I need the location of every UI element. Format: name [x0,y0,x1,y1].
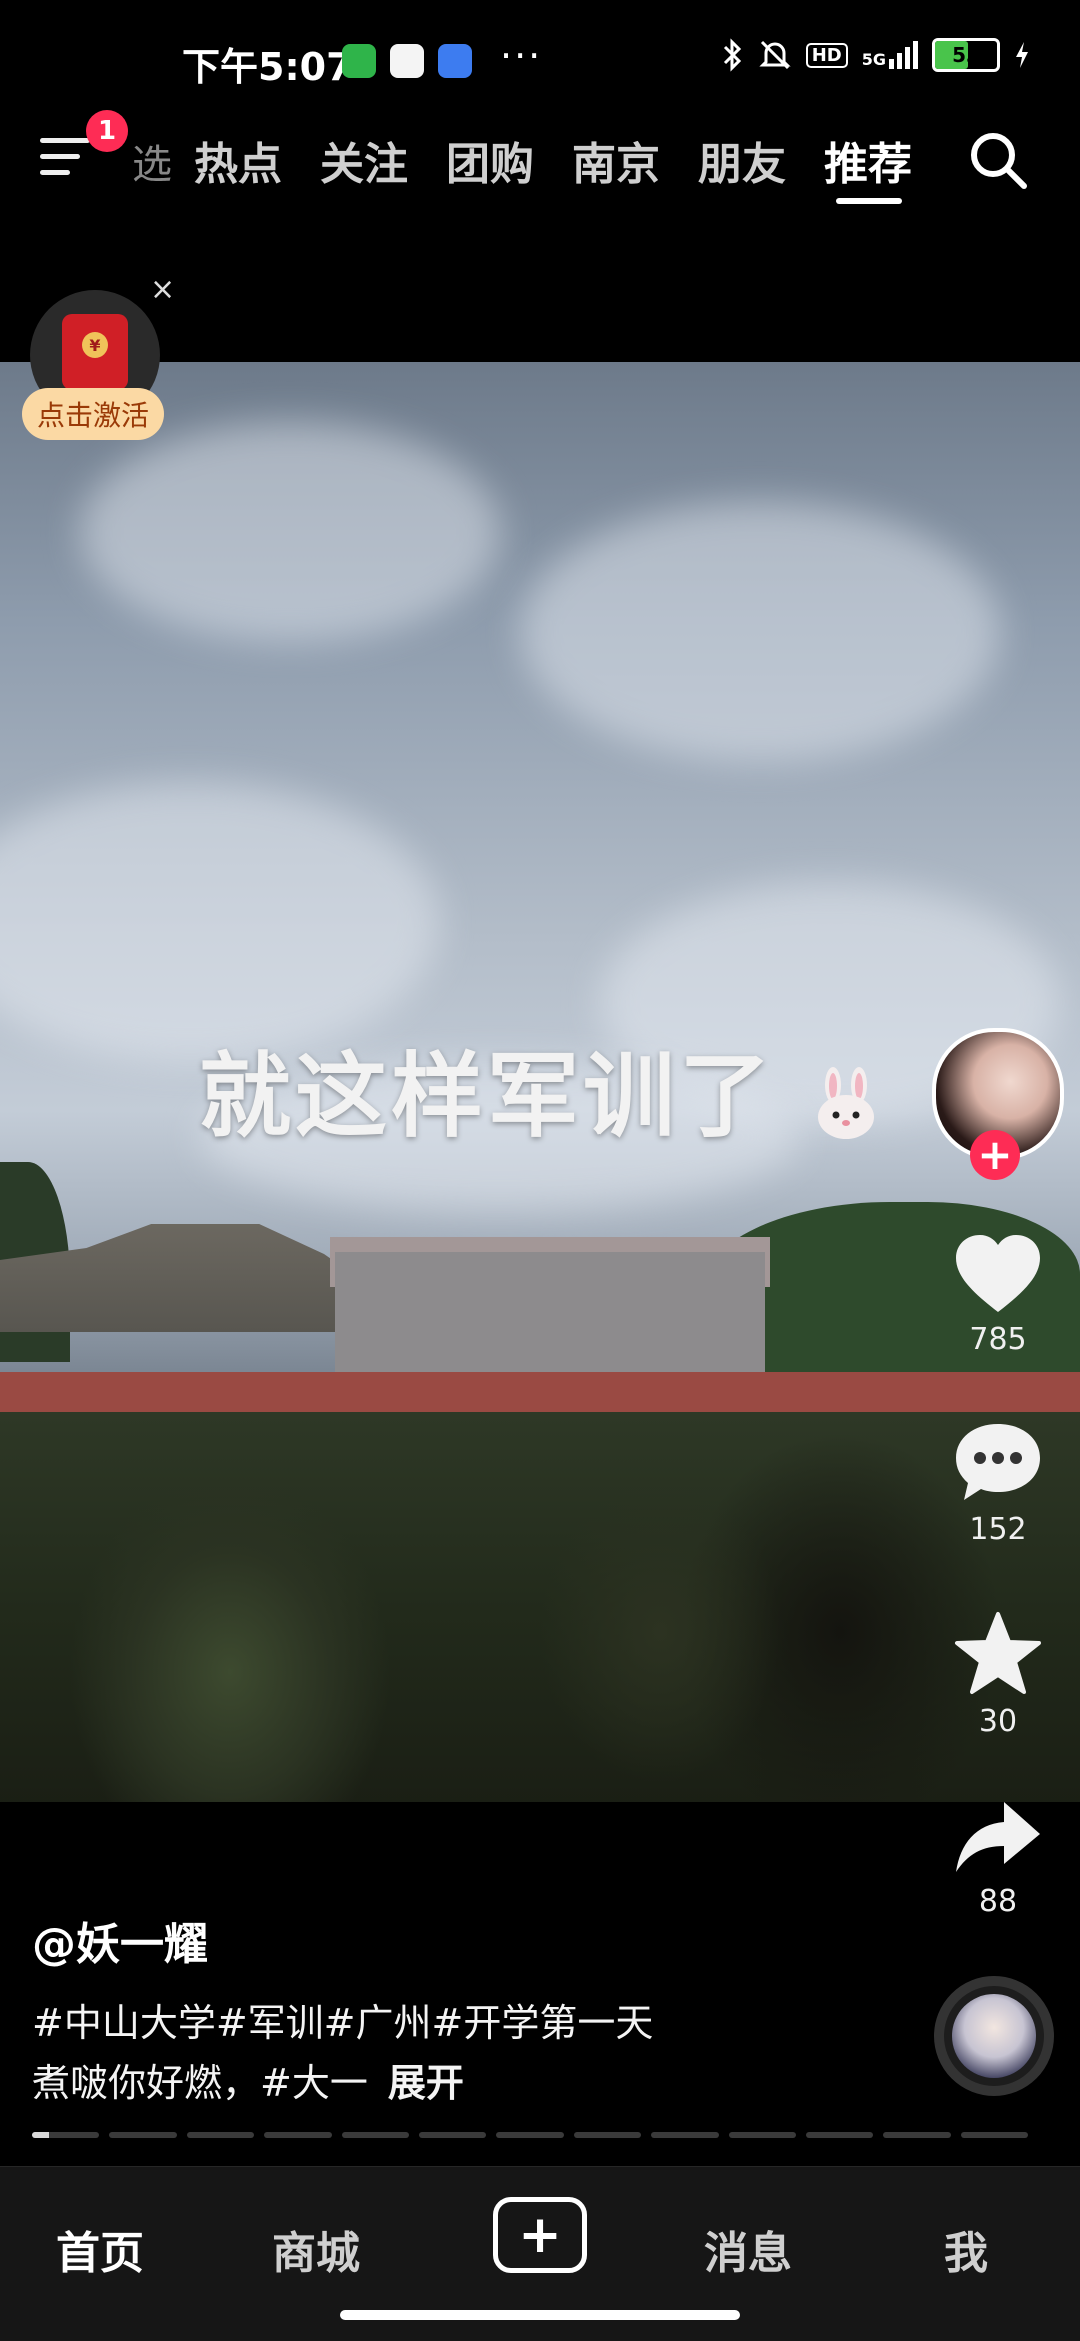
create-button[interactable]: + [493,2197,587,2273]
network-type: 5G [861,50,886,69]
follow-button[interactable]: + [970,1130,1020,1180]
search-icon [971,133,1027,189]
menu-icon-line [40,154,80,159]
menu-icon-line [40,170,70,175]
favorite-button[interactable]: 30 [940,1610,1056,1739]
video-caption: 就这样军训了 [0,1022,1080,1155]
active-tab-indicator [836,198,902,204]
progress-segment [496,2132,564,2138]
more-notifications-icon: ··· [500,34,543,78]
rabbit-icon [818,1066,875,1139]
progress-segment [186,2132,255,2138]
tab-group-buy[interactable]: 团购 [446,128,534,192]
bluetooth-icon [723,38,741,72]
tab-hot[interactable]: 热点 [194,128,282,192]
tab-nanjing[interactable]: 南京 [572,128,660,192]
status-indicators: HD 5G 53 [722,38,1030,72]
progress-segment [960,2132,1029,2138]
music-disc[interactable] [934,1976,1054,2096]
share-button[interactable]: 88 [940,1798,1056,1919]
tab-partial[interactable]: 选 [132,132,172,190]
close-red-packet-button[interactable]: × [150,272,175,307]
share-count: 88 [978,1884,1018,1919]
notification-badge: 1 [86,110,128,152]
post-description: 煮啵你好燃，#大一 展开 [32,2052,464,2107]
music-cover-art [952,1994,1036,2078]
nav-messages[interactable]: 消息 [704,2217,792,2281]
like-button[interactable]: 785 [940,1232,1056,1357]
favorite-count: 30 [978,1704,1018,1739]
progress-segment [805,2132,874,2138]
app-58-notification-icon [390,44,424,78]
star-icon [955,1612,1041,1694]
progress-segment [418,2132,487,2138]
progress-segment [32,2132,100,2138]
tab-following[interactable]: 关注 [320,128,408,192]
author-name[interactable]: @妖一耀 [32,1908,208,1972]
hd-voice-icon: HD [805,42,848,68]
tab-recommended[interactable]: 推荐 [824,128,912,192]
nav-home[interactable]: 首页 [56,2217,144,2281]
progress-segment [264,2132,332,2138]
progress-segment [341,2132,409,2138]
video-progress-bar[interactable] [32,2132,1029,2138]
menu-icon [40,138,90,143]
progress-segment [728,2132,796,2138]
progress-segment [109,2132,177,2138]
heart-icon [956,1235,1040,1312]
activate-button[interactable]: 点击激活 [22,388,164,440]
progress-segment [651,2132,719,2138]
comment-button[interactable]: 152 [940,1420,1056,1547]
progress-segment-fill [32,2132,49,2138]
battery-icon: 53 [932,38,1000,72]
packet-seal: ¥ [82,332,108,358]
progress-segment [883,2132,951,2138]
battery-level: 53 [952,43,980,67]
search-button[interactable] [966,128,1030,192]
home-indicator[interactable] [340,2310,740,2320]
signal-icon: 5G [862,41,918,69]
progress-segment [573,2132,642,2138]
expand-link[interactable]: 展开 [388,2061,464,2105]
post-hashtags[interactable]: #中山大学#军训#广州#开学第一天 [32,1992,653,2047]
wechat-notification-icon [342,44,376,78]
like-count: 785 [969,1322,1027,1357]
comment-icon [956,1424,1040,1500]
mute-bell-icon [759,40,791,70]
nav-me[interactable]: 我 [944,2217,988,2281]
caption-text: 就这样军训了 [198,1043,775,1150]
baidu-netdisk-notification-icon [438,44,472,78]
share-arrow-icon [956,1802,1040,1872]
menu-button[interactable] [40,130,94,184]
tab-friends[interactable]: 朋友 [698,128,786,192]
red-packet-icon: ¥ [62,314,128,390]
status-bar: 下午5:07 ··· HD 5G 53 [0,0,1080,120]
nav-mall[interactable]: 商城 [272,2217,360,2281]
description-text: 煮啵你好燃，#大一 [32,2061,368,2105]
comment-count: 152 [969,1512,1027,1547]
charging-icon [1016,42,1028,68]
status-time: 下午5:07 [182,45,353,89]
